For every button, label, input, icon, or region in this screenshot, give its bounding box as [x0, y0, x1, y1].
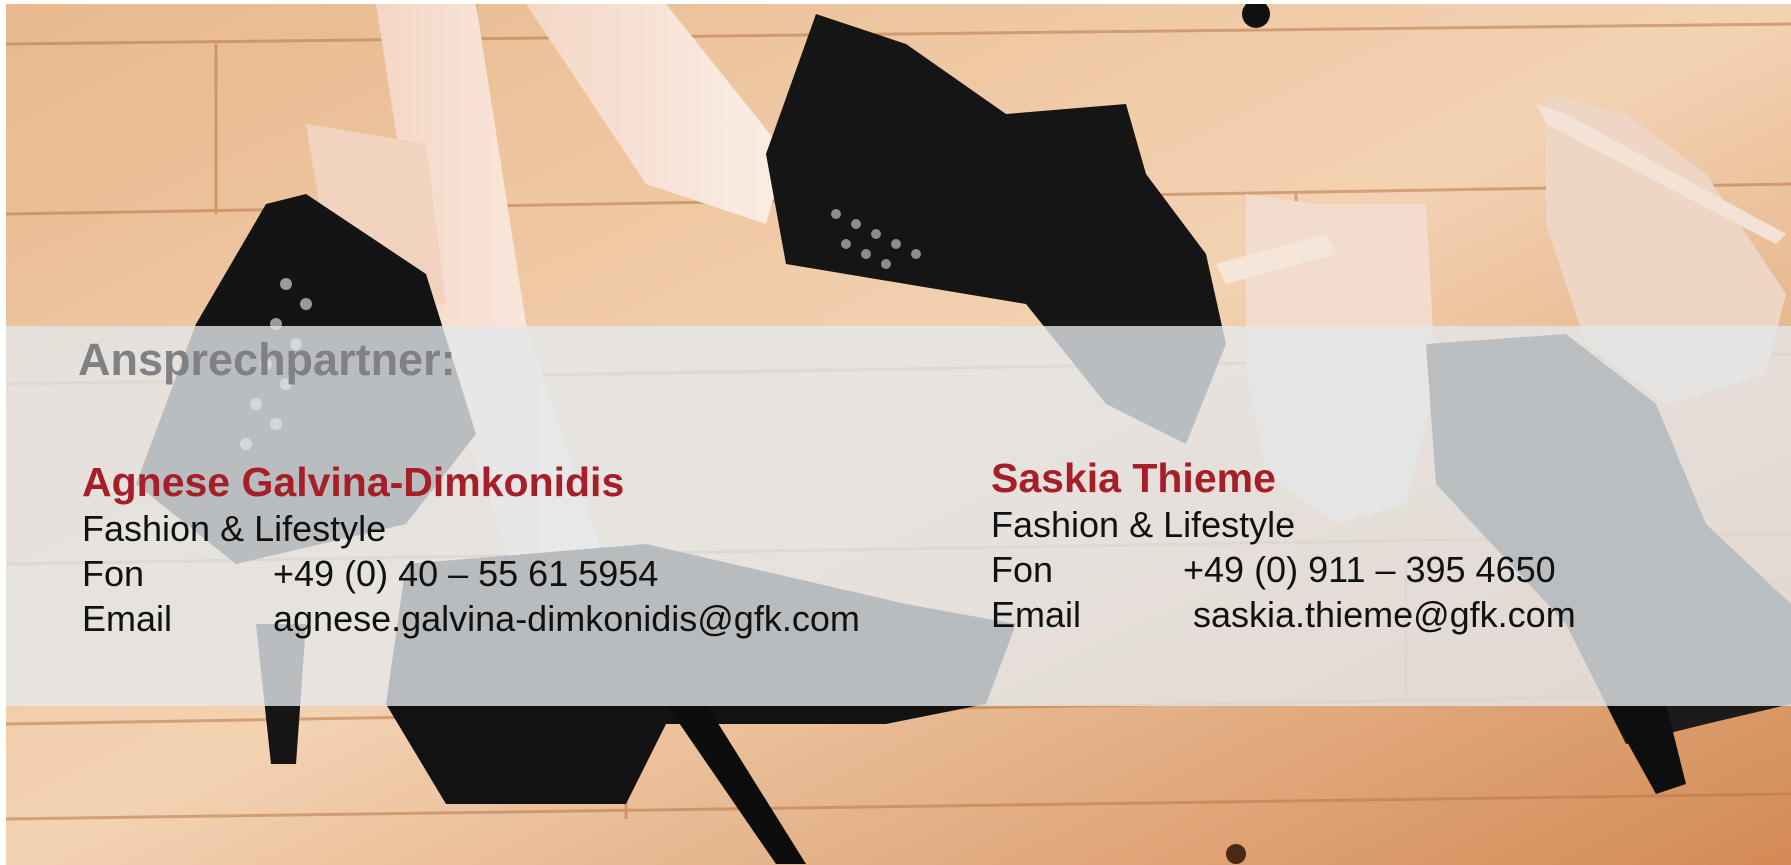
contact-card-saskia: Saskia Thieme Fashion & Lifestyle Fon +4…	[991, 454, 1576, 637]
contact-phone-row: Fon +49 (0) 40 – 55 61 5954	[82, 551, 860, 596]
phone-label: Fon	[82, 553, 145, 594]
email-label: Email	[991, 594, 1082, 635]
contact-department: Fashion & Lifestyle	[82, 508, 387, 549]
contact-card-agnese: Agnese Galvina-Dimkonidis Fashion & Life…	[82, 458, 860, 641]
contacts-heading: Ansprechpartner:	[78, 334, 456, 385]
email-address: saskia.thieme@gfk.com	[1193, 594, 1576, 635]
phone-number: +49 (0) 40 – 55 61 5954	[273, 553, 659, 594]
contact-phone-row: Fon +49 (0) 911 – 395 4650	[991, 547, 1576, 592]
contact-department: Fashion & Lifestyle	[991, 504, 1296, 545]
contact-email-row: Email agnese.galvina-dimkonidis@gfk.com	[82, 596, 860, 641]
contact-email-row: Email saskia.thieme@gfk.com	[991, 592, 1576, 637]
contact-name: Agnese Galvina-Dimkonidis	[82, 459, 625, 505]
phone-label: Fon	[991, 549, 1054, 590]
email-label: Email	[82, 598, 173, 639]
contact-name: Saskia Thieme	[991, 455, 1276, 501]
email-address: agnese.galvina-dimkonidis@gfk.com	[273, 598, 860, 639]
phone-number: +49 (0) 911 – 395 4650	[1183, 549, 1556, 590]
